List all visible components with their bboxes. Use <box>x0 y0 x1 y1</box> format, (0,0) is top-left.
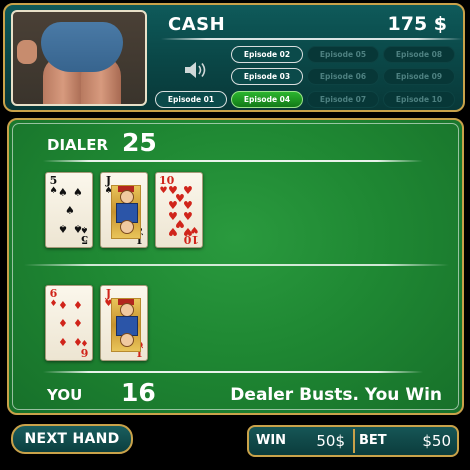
episode-button-10: Episode 10 <box>383 91 455 108</box>
card-pip: ♠ <box>65 204 75 217</box>
bet-value: $50 <box>422 432 451 450</box>
win-label: WIN <box>256 433 287 448</box>
face-head <box>120 190 134 204</box>
card-pip: ♠ <box>58 222 68 235</box>
thumbnail-hand <box>17 40 37 64</box>
card-pip: ♦ <box>73 299 83 312</box>
card-index: 6 ♦ <box>49 288 58 309</box>
win-value: 50$ <box>316 432 345 450</box>
win-bet-separator <box>353 429 355 453</box>
speaker-icon[interactable] <box>183 59 209 81</box>
cash-label: CASH <box>168 14 226 35</box>
dealer-card-2: J♠J♠ <box>100 172 148 248</box>
card-index: 10 ♥ <box>159 175 174 196</box>
card-pip: ♠ <box>73 186 83 199</box>
card-suit: ♠ <box>49 186 58 196</box>
face-head <box>120 303 134 317</box>
thumbnail-shorts <box>41 22 123 72</box>
cash-value: 175 $ <box>387 13 448 35</box>
result-message: Dealer Busts. You Win <box>230 385 442 405</box>
card-pip: ♠ <box>73 222 83 235</box>
jack-face-icon <box>111 298 141 352</box>
face-head2 <box>120 333 134 347</box>
card-pip: ♦ <box>58 317 68 330</box>
episode-button-01[interactable]: Episode 01 <box>155 91 227 108</box>
card-pip: ♥ <box>168 225 178 238</box>
divider <box>161 38 463 40</box>
dealer-card-3: 10 ♥ 10 ♥ ♥ ♥ ♥ ♥ ♥ ♥ ♥ ♥ ♥ ♥ <box>155 172 203 248</box>
win-bet-panel: WIN 50$ BET $50 <box>247 425 459 457</box>
card-pip: ♦ <box>73 317 83 330</box>
episode-button-02[interactable]: Episode 02 <box>231 46 303 63</box>
dealer-score: 25 <box>122 128 157 157</box>
episode-button-08: Episode 08 <box>383 46 455 63</box>
card-pip: ♠ <box>58 186 68 199</box>
top-panel: CASH 175 $ Episode 01 Episode 02 Episode 0… <box>3 3 465 112</box>
dealer-card-1: 5 ♠ 5 ♠ ♠ ♠ ♠ ♠ ♠ <box>45 172 93 248</box>
card-suit: ♦ <box>49 299 58 309</box>
episode-button-04[interactable]: Episode 04 <box>231 91 303 108</box>
card-pip: ♦ <box>58 299 68 312</box>
blackjack-table: DIALER 25 5♠5♠♠♠♠♠♠J♠J♠10♥10♥♥♥♥♥♥♥♥♥♥♥ … <box>7 118 464 415</box>
card-index: 5 ♠ <box>49 175 58 196</box>
player-divider <box>43 371 423 373</box>
player-label: YOU <box>47 386 83 404</box>
episode-thumbnail <box>11 10 147 106</box>
table-border <box>12 123 459 410</box>
episode-button-09: Episode 09 <box>383 68 455 85</box>
card-pip: ♦ <box>73 335 83 348</box>
face-head2 <box>120 220 134 234</box>
episode-button-05: Episode 05 <box>307 46 379 63</box>
card-pip: ♦ <box>58 335 68 348</box>
card-pip: ♥ <box>183 225 193 238</box>
episode-button-03[interactable]: Episode 03 <box>231 68 303 85</box>
player-score: 16 <box>121 378 156 407</box>
episode-button-07: Episode 07 <box>307 91 379 108</box>
bet-label: BET <box>359 433 387 448</box>
player-card-2: J♥J♥ <box>100 285 148 361</box>
table-midline <box>24 264 449 266</box>
next-hand-button[interactable]: NEXT HAND <box>11 424 133 454</box>
card-suit: ♥ <box>159 186 168 196</box>
episode-button-06: Episode 06 <box>307 68 379 85</box>
dealer-label: DIALER <box>47 136 108 154</box>
dealer-divider <box>43 160 423 162</box>
player-card-1: 6 ♦ 6 ♦ ♦ ♦ ♦ ♦ ♦ ♦ <box>45 285 93 361</box>
jack-face-icon <box>111 185 141 239</box>
